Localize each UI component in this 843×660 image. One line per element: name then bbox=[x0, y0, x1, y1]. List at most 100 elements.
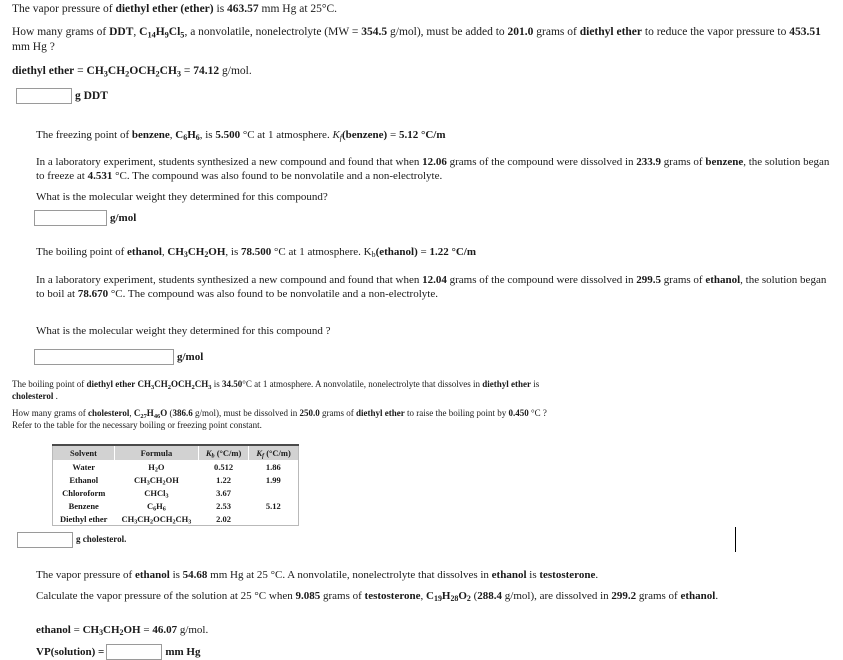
solvent-name: ethanol bbox=[134, 569, 170, 581]
cell-kb: 2.53 bbox=[216, 500, 232, 511]
text-fragment: °C at 1 atmosphere. bbox=[271, 246, 364, 258]
solvent-molar-mass: 46.07 bbox=[152, 624, 178, 636]
ddt-question-text: How many grams of DDT, C14H9Cl5, a nonvo… bbox=[12, 26, 821, 53]
text-fragment: grams of the compound were dissolved in bbox=[446, 156, 637, 168]
text-fragment: How many grams of bbox=[12, 26, 110, 38]
column-header-formula: Formula bbox=[114, 445, 199, 460]
cholesterol-question-text: How many grams of cholesterol, C27H46O (… bbox=[12, 408, 712, 431]
solute-mass: 12.06 bbox=[422, 156, 447, 168]
solvent-name: diethyl ether bbox=[86, 379, 136, 389]
cell-kb: 3.67 bbox=[216, 487, 232, 498]
text-fragment: The freezing point of bbox=[36, 129, 132, 141]
cell-kb: 2.02 bbox=[216, 513, 232, 524]
ddt-answer-row: g DDT bbox=[16, 88, 108, 104]
delta-t-value: 0.450 bbox=[508, 408, 529, 418]
kf-value: 5.12 bbox=[398, 129, 419, 141]
text-fragment: In a laboratory experiment, students syn… bbox=[36, 274, 423, 286]
solute-name: testosterone bbox=[539, 569, 596, 581]
cell-formula: CH3CH2OH bbox=[133, 474, 179, 487]
ethanol-answer-input[interactable] bbox=[34, 349, 174, 365]
text-fragment: In a laboratory experiment, students syn… bbox=[36, 156, 423, 168]
cell-solvent: Diethyl ether bbox=[60, 513, 108, 524]
testosterone-answer-input[interactable] bbox=[106, 644, 163, 660]
cholesterol-answer-row: g cholesterol. bbox=[17, 532, 126, 548]
solvent-formula: CH3CH2OH bbox=[167, 246, 226, 260]
ddt-answer-unit: g DDT bbox=[75, 89, 108, 102]
boiling-point-value: 34.50 bbox=[221, 379, 243, 389]
colligative-constants-table: Solvent Formula Kb (°C/m) Kf (°C/m) Wate… bbox=[52, 444, 299, 526]
solvent-name: diethyl ether (ether) bbox=[115, 3, 214, 15]
text-fragment: grams of bbox=[533, 26, 580, 38]
solvent-label: diethyl ether bbox=[12, 65, 75, 77]
benzene-answer-input[interactable] bbox=[34, 210, 107, 226]
solute-formula: C19H28O2 bbox=[426, 590, 471, 604]
vp-solution-label: VP(solution) = bbox=[36, 646, 105, 658]
cell-solvent: Water bbox=[72, 461, 96, 472]
text-fragment: is bbox=[211, 379, 222, 389]
solvent-name: diethyl ether bbox=[482, 379, 532, 389]
solvent-formula: CH3CH2OH bbox=[82, 624, 141, 638]
text-fragment: °C. The compound was also found to be no… bbox=[112, 170, 443, 182]
text-fragment: grams of bbox=[320, 590, 365, 602]
ddt-answer-input[interactable] bbox=[16, 88, 72, 104]
text-fragment: g/mol. bbox=[177, 624, 209, 636]
text-fragment: = bbox=[74, 65, 87, 77]
text-fragment: The vapor pressure of bbox=[36, 569, 135, 581]
table-row: Diethyl ether CH3CH2OCH2CH3 2.02 bbox=[53, 512, 299, 526]
cholesterol-answer-input[interactable] bbox=[17, 532, 73, 548]
text-fragment: mm Hg at 25 °C. A nonvolatile, nonelectr… bbox=[207, 569, 492, 581]
vapor-pressure-value: 54.68 bbox=[182, 569, 208, 581]
solute-molar-mass: 288.4 bbox=[477, 590, 503, 602]
text-fragment: grams of bbox=[661, 156, 706, 168]
benzene-answer-row: g/mol bbox=[34, 210, 136, 226]
solvent-mass: 299.5 bbox=[636, 274, 662, 286]
text-fragment: grams of bbox=[661, 274, 706, 286]
text-fragment: = bbox=[70, 624, 83, 636]
text-fragment: to reduce the vapor pressure to bbox=[642, 26, 790, 38]
solute-formula: C27H46O bbox=[133, 408, 168, 420]
cell-solvent: Ethanol bbox=[69, 474, 99, 485]
cell-kb: 0.512 bbox=[214, 461, 234, 472]
text-fragment: = bbox=[417, 246, 430, 258]
kb-symbol: K bbox=[363, 246, 372, 258]
ethanol-experiment-text: In a laboratory experiment, students syn… bbox=[36, 273, 834, 301]
testosterone-solvent-molar-mass-note: ethanol = CH3CH2OH = 46.07 g/mol. bbox=[36, 623, 536, 637]
solvent-molar-mass: 74.12 bbox=[193, 65, 220, 77]
solvent-mass: 250.0 bbox=[299, 408, 320, 418]
solvent-name: ethanol bbox=[680, 590, 716, 602]
solvent-name: benzene bbox=[131, 129, 170, 141]
text-fragment: = bbox=[387, 129, 399, 141]
final-vapor-pressure: 453.51 bbox=[789, 26, 821, 38]
cell-formula: C6H6 bbox=[146, 500, 166, 513]
cell-kf: 1.99 bbox=[265, 474, 281, 485]
testosterone-answer-row: VP(solution) = mm Hg bbox=[36, 644, 200, 660]
ethanol-answer-unit: g/mol bbox=[177, 351, 204, 363]
solute-formula: C14H9Cl5 bbox=[139, 26, 185, 40]
text-fragment: Calculate the vapor pressure of the solu… bbox=[36, 590, 296, 602]
solvent-mass: 299.2 bbox=[611, 590, 637, 602]
solvent-formula: CH3CH2OCH2CH3 bbox=[137, 379, 212, 391]
text-cursor-caret bbox=[735, 527, 736, 552]
text-fragment: °C ? bbox=[528, 408, 547, 418]
solute-mass: 12.04 bbox=[422, 274, 447, 286]
column-header-kb: Kb (°C/m) bbox=[198, 445, 250, 460]
solvent-mass: 233.9 bbox=[636, 156, 662, 168]
benzene-question-prompt: What is the molecular weight they determ… bbox=[36, 191, 328, 203]
ethanol-answer-row: g/mol bbox=[34, 349, 203, 365]
boiling-point-value: 78.500 bbox=[241, 246, 272, 258]
vapor-pressure-value: 463.57 bbox=[227, 3, 259, 15]
solvent-formula: CH3CH2OCH2CH3 bbox=[86, 65, 182, 79]
kf-symbol: K bbox=[332, 129, 340, 141]
text-fragment: °C at 1 atmosphere. A nonvolatile, nonel… bbox=[242, 379, 483, 389]
cell-kf: 5.12 bbox=[265, 500, 281, 511]
text-fragment: . bbox=[53, 390, 58, 401]
ethanol-question-prompt: What is the molecular weight they determ… bbox=[36, 325, 331, 337]
text-fragment: The boiling point of bbox=[36, 246, 128, 258]
text-fragment: , is bbox=[225, 246, 242, 258]
solvent-name: diethyl ether bbox=[579, 26, 643, 38]
refer-to-table-note: Refer to the table for the necessary boi… bbox=[12, 419, 262, 430]
solvent-name: diethyl ether bbox=[356, 408, 405, 418]
freezing-point-value: 5.500 bbox=[215, 129, 241, 141]
cell-kf: 1.86 bbox=[265, 461, 281, 472]
solvent-mass: 201.0 bbox=[507, 26, 534, 38]
